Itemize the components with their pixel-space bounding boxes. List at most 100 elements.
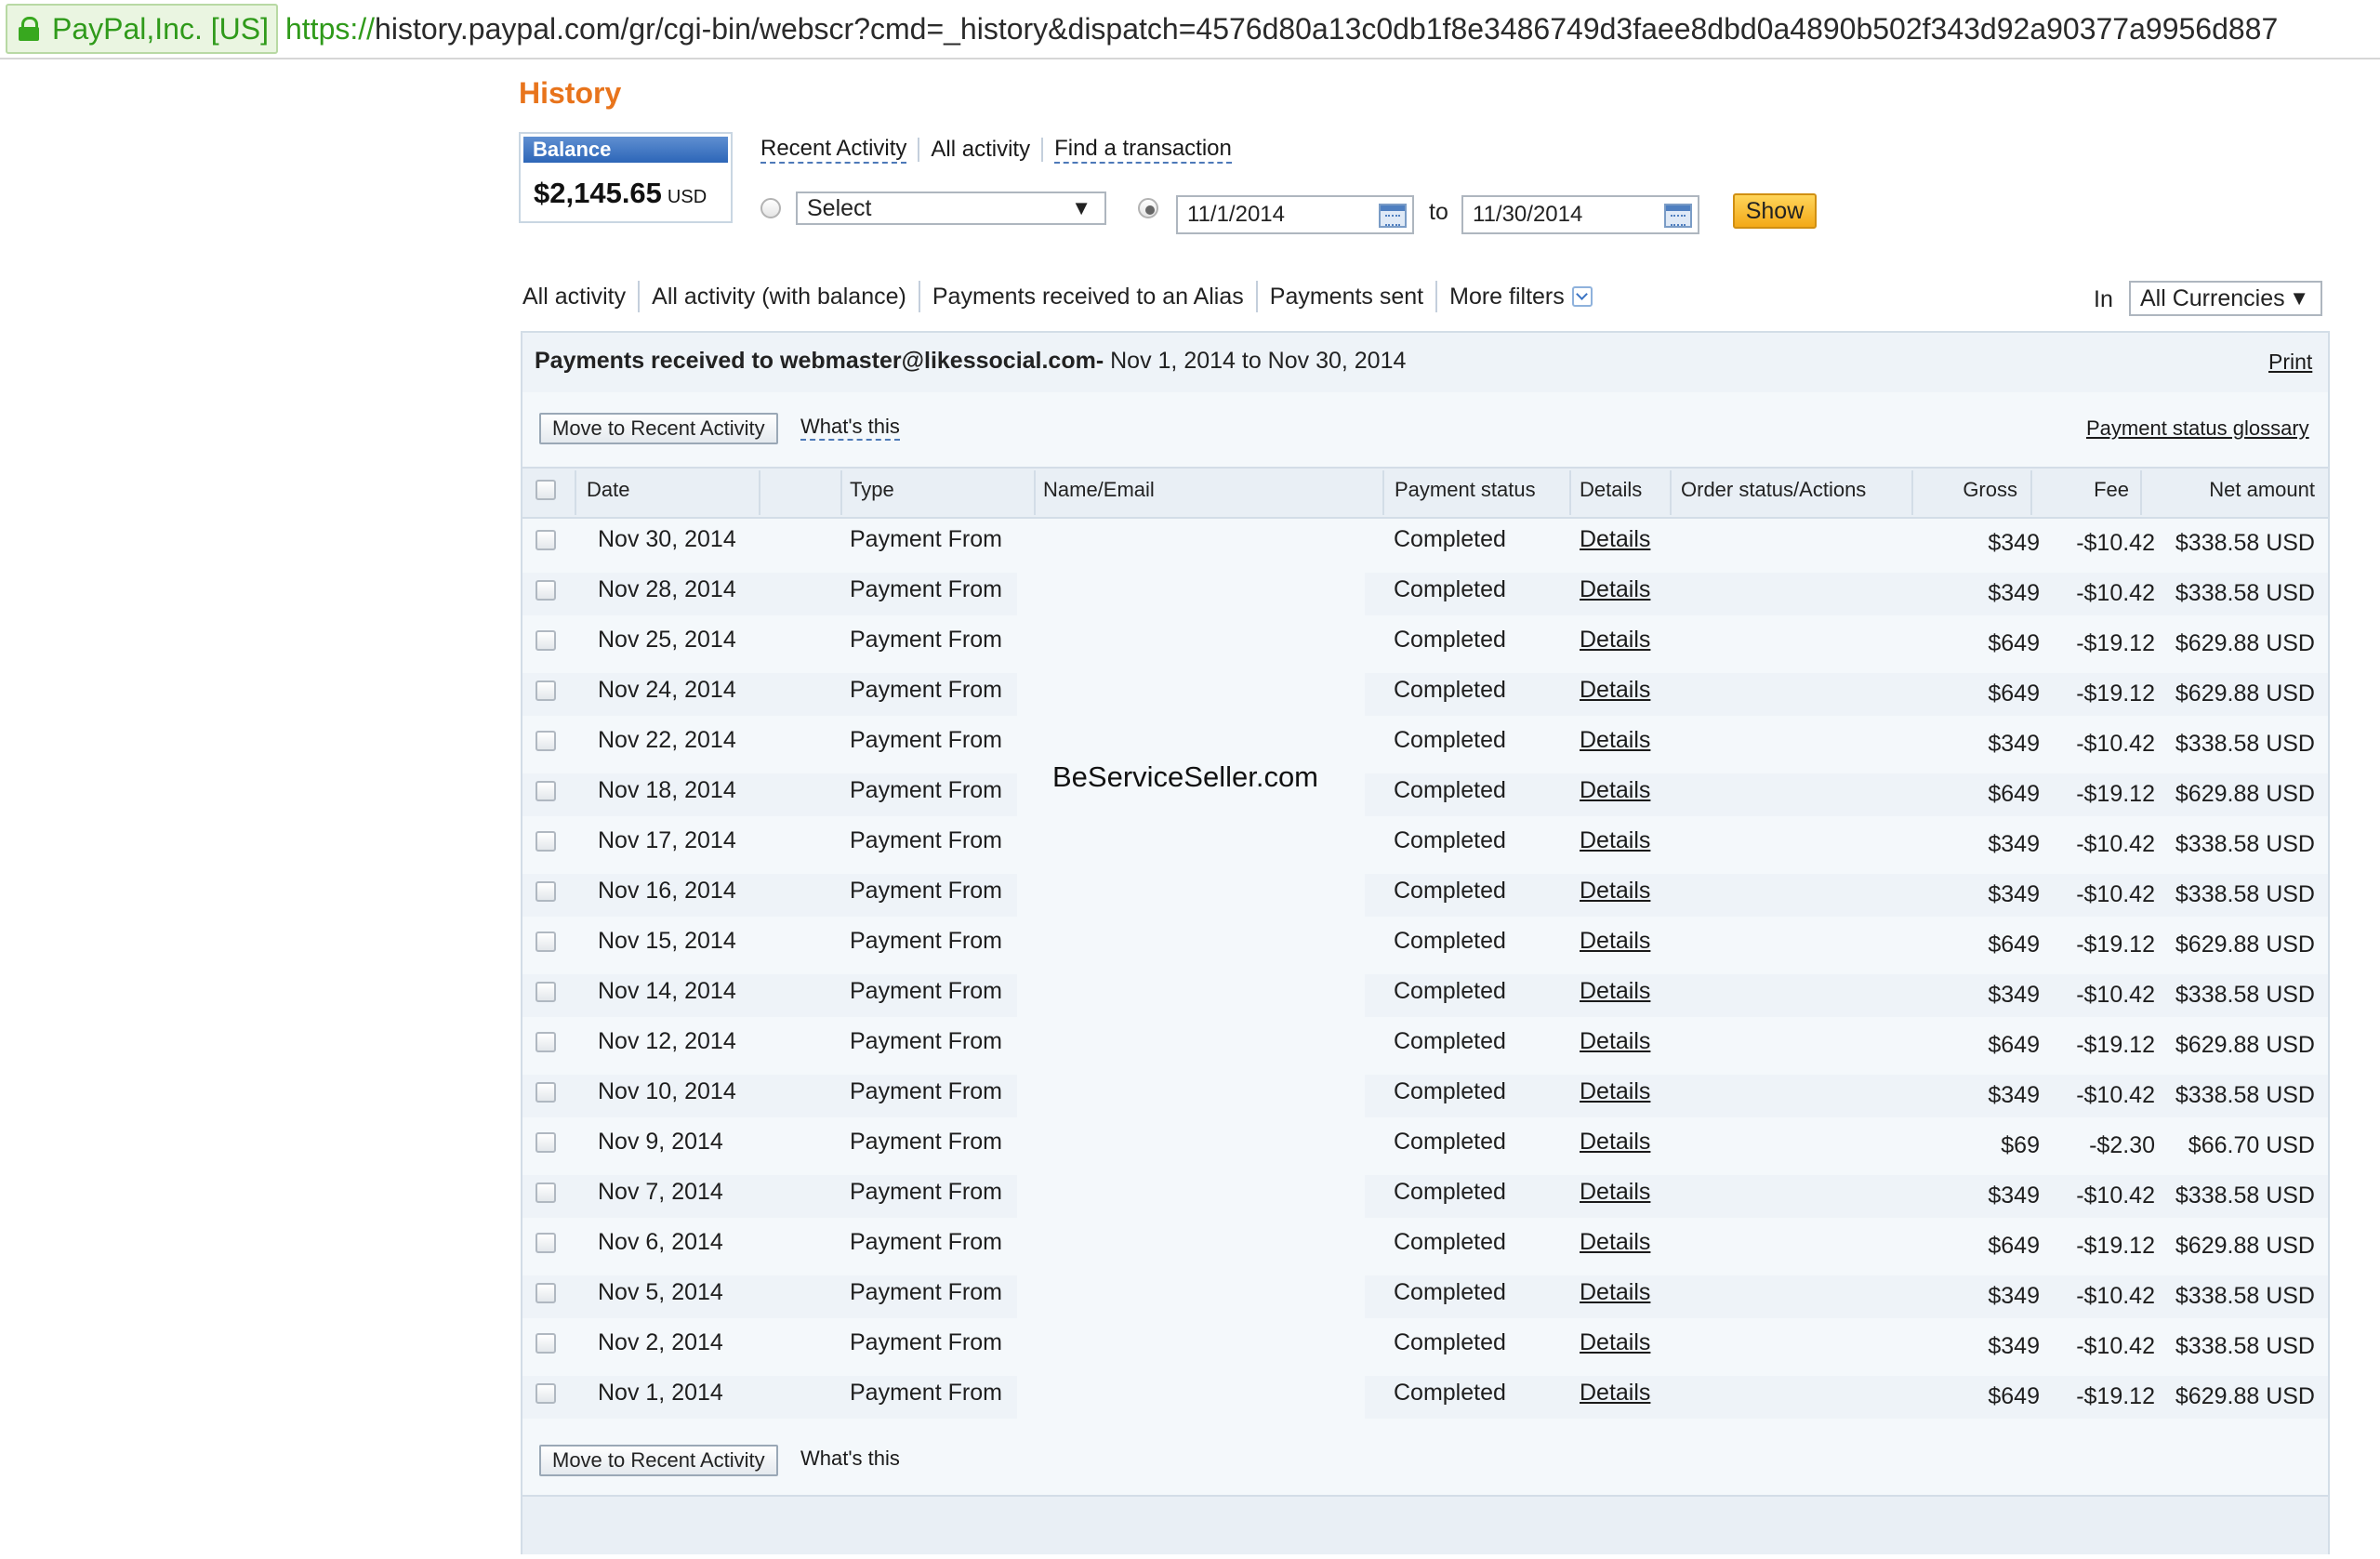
row-date: Nov 7, 2014 — [598, 1179, 723, 1205]
col-type[interactable]: Type — [850, 478, 894, 502]
col-name-email[interactable]: Name/Email — [1043, 478, 1155, 502]
currency-select[interactable]: All Currencies ▼ — [2129, 281, 2322, 316]
row-fee: -$19.12 — [2076, 630, 2155, 656]
move-to-recent-activity-button-bottom[interactable]: Move to Recent Activity — [539, 1445, 778, 1476]
select-period-radio[interactable] — [760, 198, 781, 218]
col-payment-status[interactable]: Payment status — [1395, 478, 1536, 502]
address-bar[interactable]: PayPal,Inc. [US] https://history.paypal.… — [0, 0, 2380, 59]
table-row: Nov 18, 2014 Payment From Completed Details… — [522, 770, 2328, 820]
show-button[interactable]: Show — [1733, 193, 1817, 229]
column-separator — [2030, 470, 2032, 515]
row-checkbox[interactable] — [536, 630, 556, 651]
row-checkbox[interactable] — [536, 831, 556, 852]
row-checkbox[interactable] — [536, 881, 556, 902]
row-checkbox[interactable] — [536, 731, 556, 751]
row-details-link[interactable]: Details — [1580, 878, 1650, 905]
row-checkbox[interactable] — [536, 680, 556, 701]
row-details-link[interactable]: Details — [1580, 928, 1650, 955]
table-row: Nov 9, 2014 Payment From Completed Details $… — [522, 1121, 2328, 1171]
row-details-link[interactable]: Details — [1580, 978, 1650, 1005]
row-type: Payment From — [850, 878, 1002, 904]
payment-status-glossary-link[interactable]: Payment status glossary — [2086, 416, 2309, 441]
row-fee: -$10.42 — [2076, 831, 2155, 857]
row-details-link[interactable]: Details — [1580, 1078, 1650, 1105]
whats-this-link-bottom[interactable]: What's this — [800, 1447, 900, 1471]
row-net: $338.58 USD — [2175, 580, 2315, 606]
table-row: Nov 14, 2014 Payment From Completed Details… — [522, 971, 2328, 1021]
col-gross[interactable]: Gross — [1921, 478, 2017, 502]
date-to-input[interactable]: 11/30/2014 — [1461, 195, 1699, 234]
row-status: Completed — [1394, 1179, 1506, 1205]
row-checkbox[interactable] — [536, 1082, 556, 1103]
row-date: Nov 6, 2014 — [598, 1229, 723, 1255]
separator — [1041, 138, 1044, 162]
row-details-link[interactable]: Details — [1580, 827, 1650, 854]
period-select[interactable]: Select ▼ — [796, 192, 1106, 225]
col-date[interactable]: Date — [587, 478, 629, 502]
url-text[interactable]: https://history.paypal.com/gr/cgi-bin/we… — [285, 12, 2278, 46]
col-net-amount[interactable]: Net amount — [2148, 478, 2315, 502]
more-filters-toggle[interactable]: More filters — [1449, 284, 1593, 310]
row-checkbox[interactable] — [536, 1333, 556, 1354]
print-link[interactable]: Print — [2268, 350, 2312, 375]
row-details-link[interactable]: Details — [1580, 1380, 1650, 1407]
separator — [918, 138, 920, 162]
row-checkbox[interactable] — [536, 1283, 556, 1303]
row-details-link[interactable]: Details — [1580, 1329, 1650, 1356]
tab-payments-alias[interactable]: Payments received to an Alias — [932, 284, 1244, 310]
row-details-link[interactable]: Details — [1580, 576, 1650, 603]
row-fee: -$2.30 — [2089, 1132, 2155, 1158]
row-checkbox[interactable] — [536, 530, 556, 550]
row-date: Nov 2, 2014 — [598, 1329, 723, 1355]
row-checkbox[interactable] — [536, 1032, 556, 1052]
date-from-input[interactable]: 11/1/2014 — [1176, 195, 1414, 234]
row-details-link[interactable]: Details — [1580, 1229, 1650, 1256]
find-transaction-link[interactable]: Find a transaction — [1054, 136, 1232, 164]
row-net: $338.58 USD — [2175, 1283, 2315, 1309]
row-details-link[interactable]: Details — [1580, 1129, 1650, 1156]
tab-payments-sent[interactable]: Payments sent — [1270, 284, 1423, 310]
row-gross: $69 — [2001, 1132, 2040, 1158]
move-to-recent-activity-button[interactable]: Move to Recent Activity — [539, 413, 778, 444]
row-details-link[interactable]: Details — [1580, 777, 1650, 804]
row-details-link[interactable]: Details — [1580, 1028, 1650, 1055]
col-order-status: Order status/Actions — [1681, 478, 1867, 501]
row-checkbox[interactable] — [536, 982, 556, 1002]
row-checkbox[interactable] — [536, 1132, 556, 1153]
row-checkbox[interactable] — [536, 931, 556, 952]
row-type: Payment From — [850, 978, 1002, 1004]
row-gross: $349 — [1988, 1283, 2040, 1309]
tab-all-activity-balance[interactable]: All activity (with balance) — [652, 284, 906, 310]
row-details-link[interactable]: Details — [1580, 1179, 1650, 1206]
date-range-radio[interactable] — [1138, 198, 1158, 218]
row-checkbox[interactable] — [536, 1233, 556, 1253]
row-gross: $349 — [1988, 831, 2040, 857]
row-details-link[interactable]: Details — [1580, 526, 1650, 553]
ev-certificate-badge[interactable]: PayPal,Inc. [US] — [6, 4, 278, 54]
row-status: Completed — [1394, 1329, 1506, 1355]
table-row: Nov 28, 2014 Payment From Completed Details… — [522, 569, 2328, 619]
row-details-link[interactable]: Details — [1580, 727, 1650, 754]
table-row: Nov 22, 2014 Payment From Completed Details… — [522, 720, 2328, 770]
column-separator — [575, 470, 576, 515]
row-details-link[interactable]: Details — [1580, 627, 1650, 654]
whats-this-link[interactable]: What's this — [800, 415, 900, 441]
row-gross: $649 — [1988, 1383, 2040, 1409]
select-all-checkbox[interactable] — [536, 480, 556, 500]
row-net: $338.58 USD — [2175, 1333, 2315, 1359]
all-activity-link[interactable]: All activity — [931, 137, 1030, 163]
row-net: $629.88 USD — [2175, 931, 2315, 958]
row-checkbox[interactable] — [536, 1182, 556, 1203]
col-fee[interactable]: Fee — [2036, 478, 2129, 502]
row-gross: $349 — [1988, 1333, 2040, 1359]
row-checkbox[interactable] — [536, 1383, 556, 1404]
row-details-link[interactable]: Details — [1580, 1279, 1650, 1306]
tab-all-activity[interactable]: All activity — [522, 284, 626, 310]
table-row: Nov 17, 2014 Payment From Completed Details… — [522, 820, 2328, 870]
row-details-link[interactable]: Details — [1580, 677, 1650, 704]
calendar-icon[interactable] — [1664, 204, 1692, 228]
row-checkbox[interactable] — [536, 781, 556, 801]
row-checkbox[interactable] — [536, 580, 556, 601]
recent-activity-link[interactable]: Recent Activity — [760, 136, 907, 164]
calendar-icon[interactable] — [1379, 204, 1407, 228]
